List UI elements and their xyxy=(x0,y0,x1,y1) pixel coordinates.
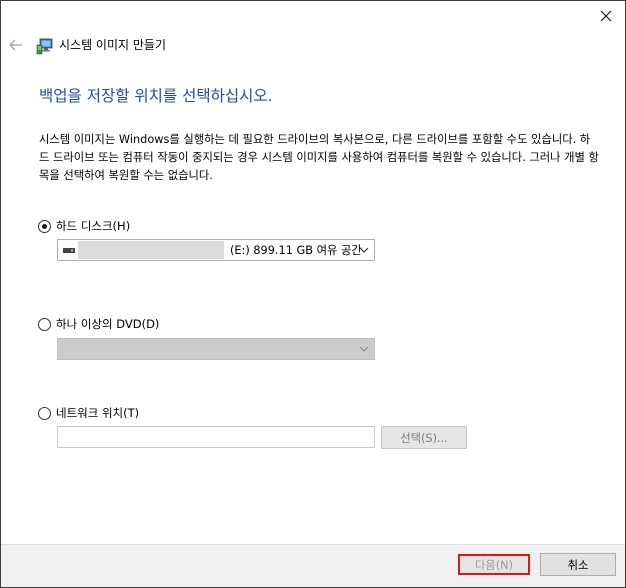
chevron-down-icon xyxy=(359,247,369,253)
hard-disk-option[interactable]: 하드 디스크(H) xyxy=(38,218,130,234)
hard-disk-dropdown[interactable]: (E:) 899.11 GB 여유 공간 xyxy=(57,239,375,261)
network-location-input[interactable] xyxy=(57,426,375,448)
back-button[interactable] xyxy=(7,35,25,55)
dvd-dropdown[interactable] xyxy=(57,338,375,360)
dvd-option[interactable]: 하나 이상의 DVD(D) xyxy=(38,316,159,332)
hard-disk-value: (E:) 899.11 GB 여유 공간 xyxy=(230,244,362,257)
back-arrow-icon xyxy=(9,39,22,51)
network-option[interactable]: 네트워크 위치(T) xyxy=(38,405,139,421)
window-title: 시스템 이미지 만들기 xyxy=(59,38,166,52)
next-button[interactable]: 다음(N) xyxy=(458,554,530,575)
network-radio[interactable] xyxy=(38,406,51,420)
chevron-down-icon xyxy=(359,346,369,352)
cancel-button[interactable]: 취소 xyxy=(540,553,616,576)
page-heading: 백업을 저장할 위치를 선택하십시오. xyxy=(39,87,273,105)
drive-name-redacted xyxy=(78,241,224,259)
create-system-image-window: 시스템 이미지 만들기 백업을 저장할 위치를 선택하십시오. 시스템 이미지는… xyxy=(0,0,626,588)
dvd-label: 하나 이상의 DVD(D) xyxy=(56,317,160,331)
system-image-icon xyxy=(36,38,53,55)
footer-bar xyxy=(1,544,625,587)
network-label: 네트워크 위치(T) xyxy=(56,406,140,420)
close-button[interactable] xyxy=(595,5,617,27)
hard-drive-icon xyxy=(63,248,75,253)
dvd-radio[interactable] xyxy=(38,317,51,331)
select-network-button[interactable]: 선택(S)... xyxy=(381,426,467,449)
close-icon xyxy=(600,10,612,22)
description-text: 시스템 이미지는 Windows를 실행하는 데 필요한 드라이브의 복사본으로… xyxy=(39,133,599,182)
hard-disk-label: 하드 디스크(H) xyxy=(56,219,131,233)
hard-disk-radio[interactable] xyxy=(38,219,51,233)
